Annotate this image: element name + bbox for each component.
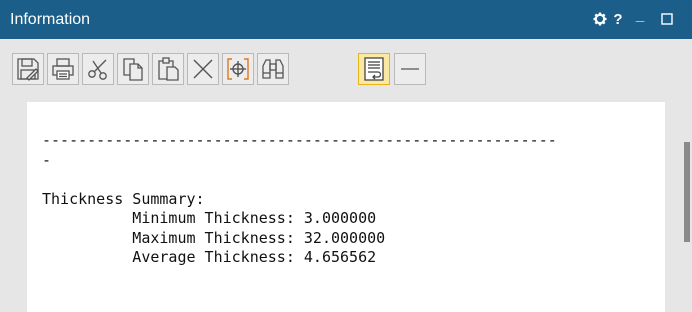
cut-button[interactable]	[82, 53, 114, 85]
question-icon[interactable]: ?	[608, 8, 628, 30]
gear-icon[interactable]	[590, 8, 610, 30]
printer-icon	[50, 56, 76, 82]
word-wrap-icon	[362, 56, 386, 82]
output-line: Minimum Thickness: 3.000000	[42, 209, 377, 227]
copy-button[interactable]	[117, 53, 149, 85]
separator-line-button[interactable]	[394, 53, 426, 85]
output-line: Thickness Summary:	[42, 189, 205, 208]
word-wrap-button[interactable]	[358, 53, 390, 85]
output-line: Average Thickness: 4.656562	[42, 248, 377, 266]
scrollbar-thumb[interactable]	[684, 142, 690, 242]
clear-button[interactable]	[187, 53, 219, 85]
delete-x-icon	[190, 56, 216, 82]
copy-icon	[120, 56, 146, 82]
scissors-icon	[85, 56, 111, 82]
toolbar	[0, 39, 692, 95]
title-bar: Information ? _	[0, 0, 692, 39]
print-button[interactable]	[47, 53, 79, 85]
binoculars-icon	[260, 56, 286, 82]
horizontal-line-icon	[397, 56, 423, 82]
vertical-scrollbar[interactable]	[680, 102, 692, 312]
find-button[interactable]	[257, 53, 289, 85]
output-line: -	[42, 150, 52, 169]
output-line: ----------------------------------------…	[42, 131, 557, 149]
minimize-icon[interactable]: _	[630, 4, 650, 26]
save-button[interactable]	[12, 53, 44, 85]
output-line: Maximum Thickness: 32.000000	[42, 228, 386, 247]
paste-icon	[155, 56, 181, 82]
maximize-icon[interactable]	[657, 8, 677, 30]
window-title: Information	[10, 11, 91, 28]
output-text-area[interactable]: ----------------------------------------…	[27, 102, 665, 312]
crosshair-select-icon	[225, 56, 251, 82]
output-text: ----------------------------------------…	[42, 131, 557, 268]
paste-button[interactable]	[152, 53, 184, 85]
select-button[interactable]	[222, 53, 254, 85]
save-icon	[15, 56, 41, 82]
